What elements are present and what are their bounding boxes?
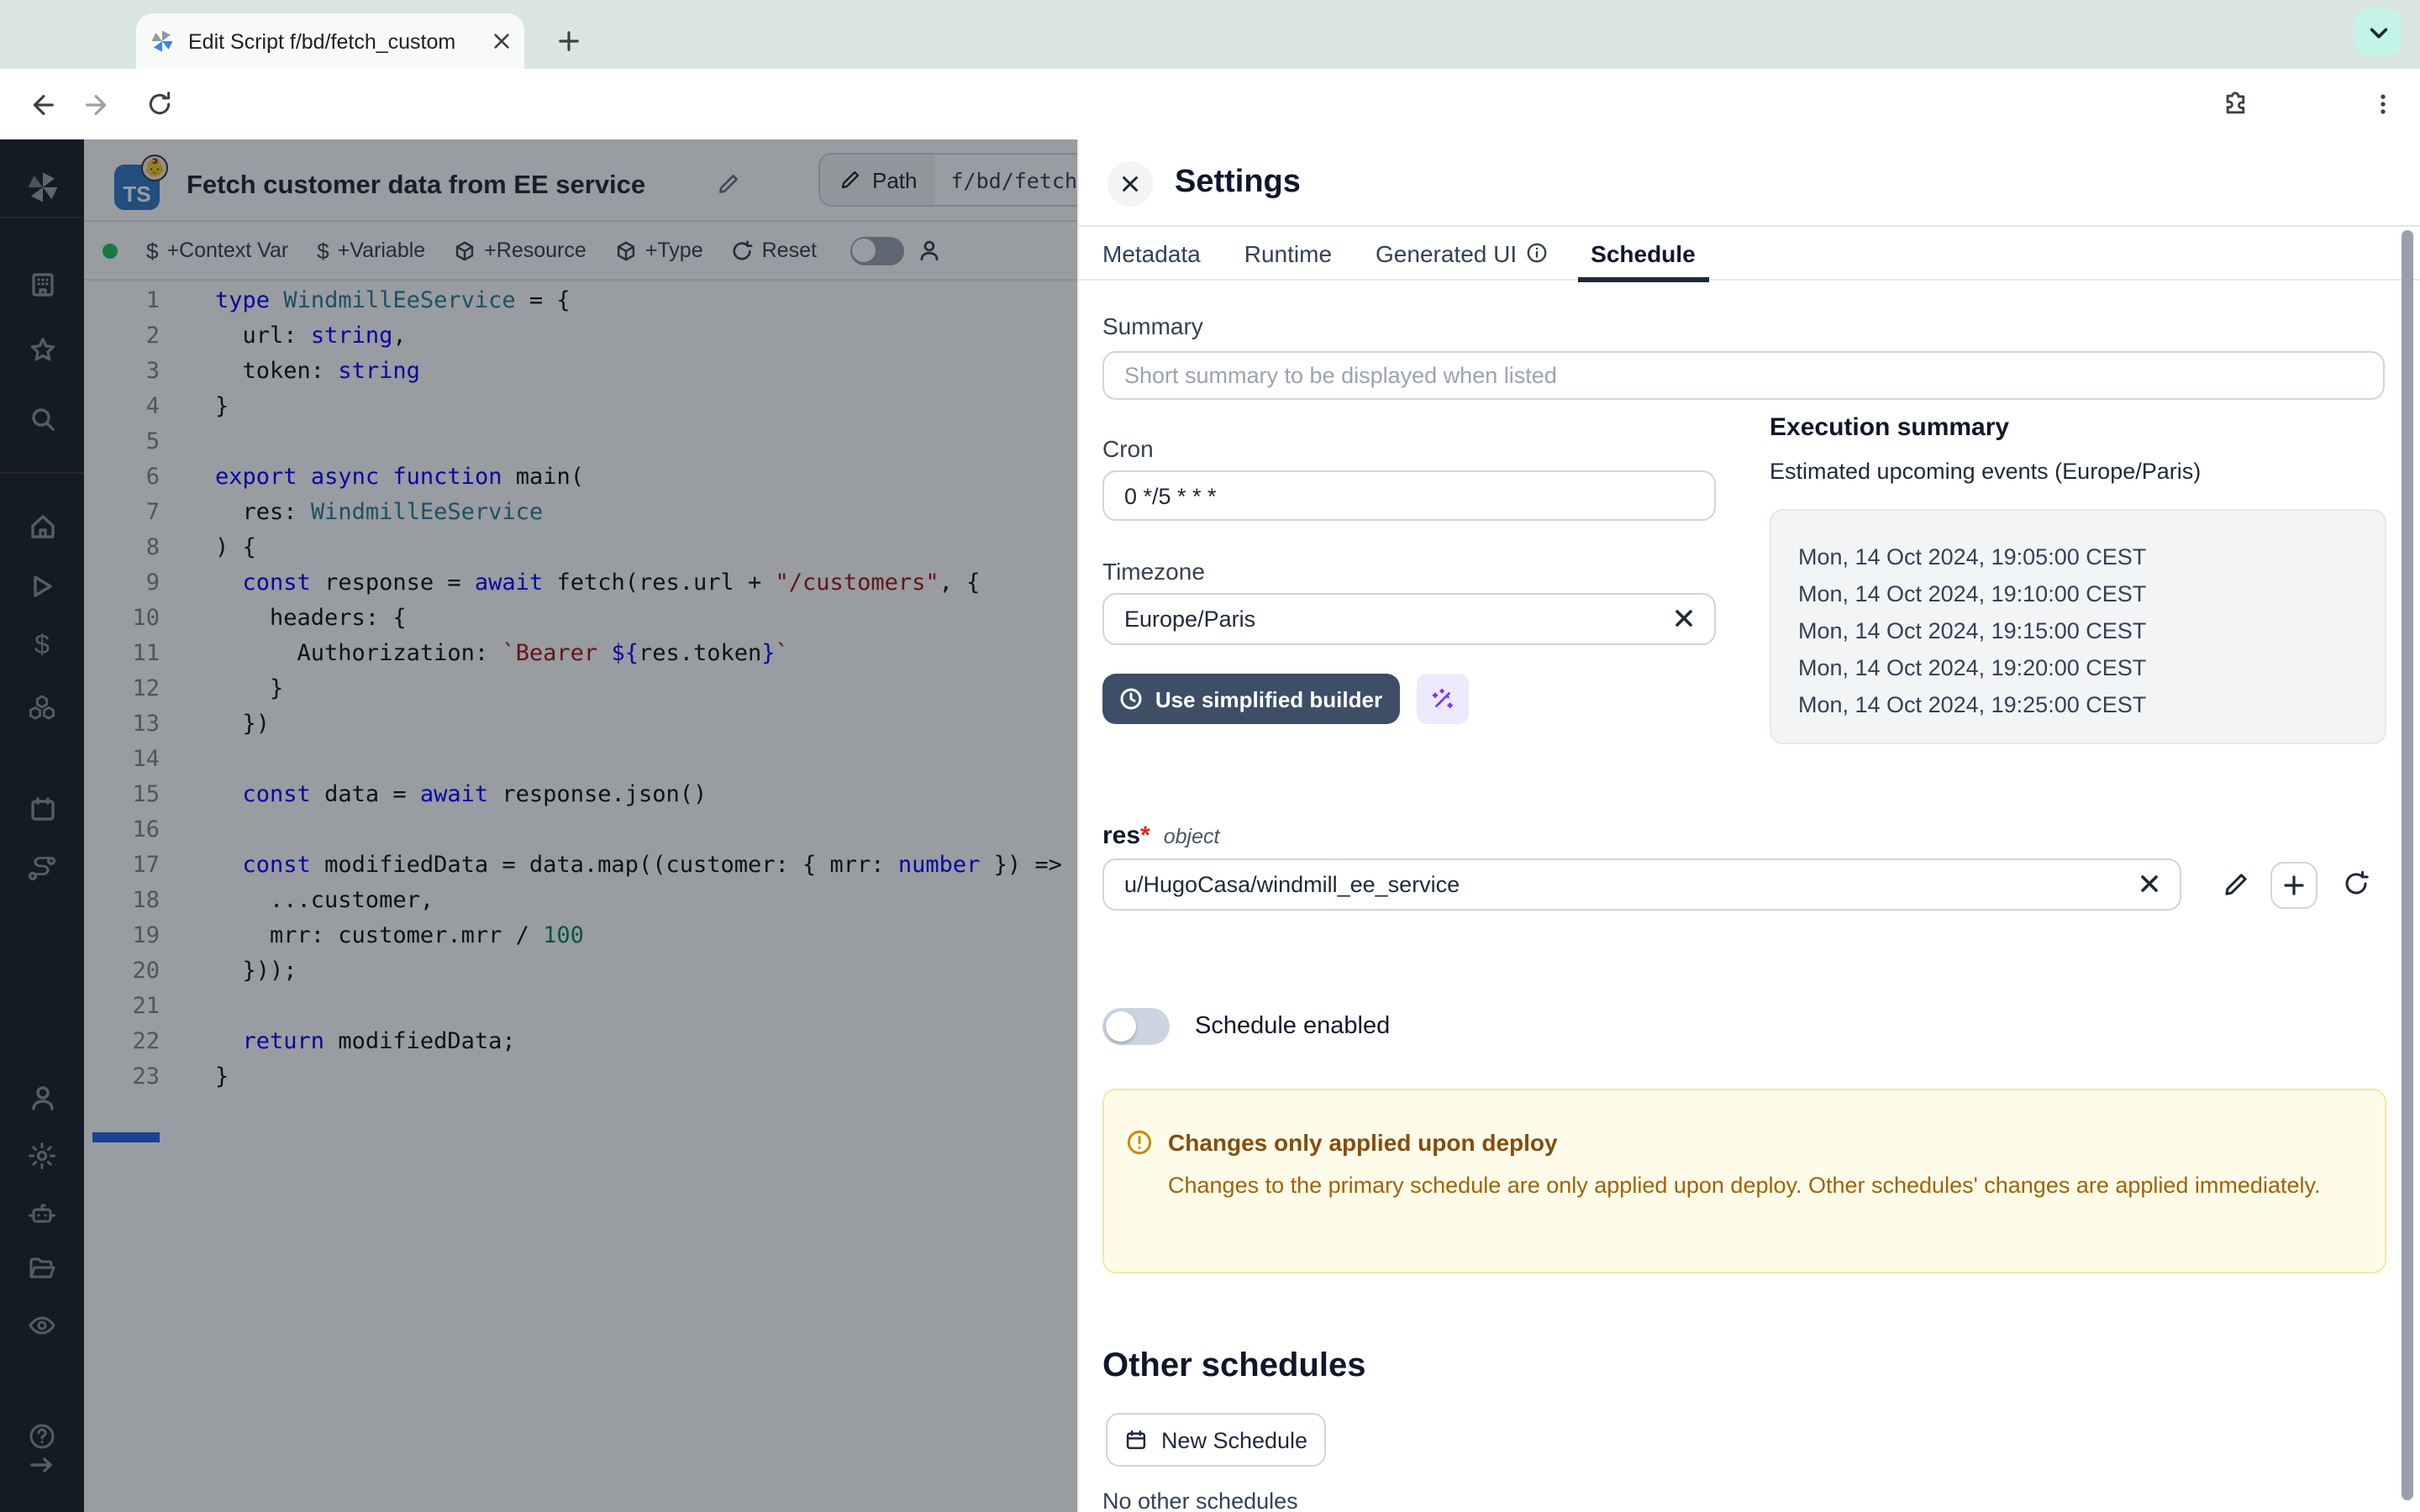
timezone-input[interactable] bbox=[1102, 593, 1716, 645]
upcoming-events-box: Mon, 14 Oct 2024, 19:05:00 CEST Mon, 14 … bbox=[1770, 509, 2386, 744]
event-item: Mon, 14 Oct 2024, 19:25:00 CEST bbox=[1798, 692, 2146, 717]
windmill-app: $ bbox=[0, 139, 2420, 1512]
res-argument-label: res*object bbox=[1102, 822, 1219, 850]
windmill-favicon bbox=[150, 29, 175, 54]
settings-drawer: Settings Metadata Runtime Generated UI S… bbox=[1077, 139, 2420, 1512]
event-item: Mon, 14 Oct 2024, 19:10:00 CEST bbox=[1798, 581, 2146, 606]
alert-circle-icon bbox=[1126, 1129, 1153, 1156]
new-schedule-button[interactable]: New Schedule bbox=[1106, 1413, 1326, 1467]
tab-generated-ui[interactable]: Generated UI bbox=[1362, 226, 1560, 280]
use-simplified-builder-button[interactable]: Use simplified builder bbox=[1102, 674, 1400, 724]
tab-runtime[interactable]: Runtime bbox=[1231, 226, 1345, 280]
tab-metadata[interactable]: Metadata bbox=[1089, 226, 1214, 280]
warning-body: Changes to the primary schedule are only… bbox=[1168, 1169, 2328, 1203]
clear-resource-icon[interactable] bbox=[2138, 872, 2161, 895]
drawer-scrollbar[interactable] bbox=[2402, 230, 2413, 1500]
drawer-header: Settings bbox=[1079, 139, 2420, 227]
tab-title: Edit Script f/bd/fetch_custom bbox=[188, 29, 492, 53]
new-tab-button[interactable] bbox=[550, 22, 587, 59]
calendar-icon bbox=[1124, 1428, 1148, 1452]
drawer-backdrop[interactable] bbox=[0, 139, 1077, 1512]
add-resource-plus-button[interactable] bbox=[2270, 862, 2317, 909]
schedule-enabled-label: Schedule enabled bbox=[1195, 1013, 1390, 1040]
summary-label: Summary bbox=[1102, 312, 1203, 339]
browser-tab[interactable]: Edit Script f/bd/fetch_custom bbox=[136, 13, 524, 69]
close-icon[interactable] bbox=[1107, 161, 1153, 207]
event-item: Mon, 14 Oct 2024, 19:15:00 CEST bbox=[1798, 618, 2146, 643]
edit-resource-pencil-icon[interactable] bbox=[2223, 872, 2249, 897]
ai-wand-button[interactable] bbox=[1417, 674, 1469, 724]
cron-input[interactable] bbox=[1102, 470, 1716, 521]
summary-input[interactable] bbox=[1102, 351, 2385, 400]
event-item: Mon, 14 Oct 2024, 19:20:00 CEST bbox=[1798, 655, 2146, 680]
execution-summary-subheading: Estimated upcoming events (Europe/Paris) bbox=[1770, 459, 2201, 484]
other-schedules-heading: Other schedules bbox=[1102, 1347, 1365, 1386]
browser-tab-strip: Edit Script f/bd/fetch_custom bbox=[0, 0, 2420, 69]
cron-label: Cron bbox=[1102, 435, 1154, 462]
deploy-warning-box: Changes only applied upon deploy Changes… bbox=[1102, 1089, 2386, 1273]
timezone-label: Timezone bbox=[1102, 558, 1205, 585]
browser-toolbar: app.windmill.dev/scripts/edit/f/bd/fetch… bbox=[0, 69, 2420, 139]
tab-search-chevron-button[interactable] bbox=[2354, 8, 2402, 55]
wand-icon bbox=[1430, 686, 1455, 711]
clock-icon bbox=[1120, 687, 1144, 711]
clear-timezone-icon[interactable] bbox=[1672, 606, 1696, 630]
no-other-schedules-text: No other schedules bbox=[1102, 1488, 1298, 1512]
event-item: Mon, 14 Oct 2024, 19:05:00 CEST bbox=[1798, 544, 2146, 570]
execution-summary-heading: Execution summary bbox=[1770, 413, 2009, 442]
forward-button[interactable] bbox=[79, 86, 116, 123]
schedule-enabled-toggle[interactable] bbox=[1102, 1008, 1170, 1045]
settings-tabs: Metadata Runtime Generated UI Schedule bbox=[1079, 227, 2420, 281]
browser-chrome: Edit Script f/bd/fetch_custom bbox=[0, 0, 2420, 139]
browser-menu-icon[interactable] bbox=[2365, 86, 2402, 123]
reload-button[interactable] bbox=[141, 86, 178, 123]
resource-input[interactable] bbox=[1102, 858, 2181, 911]
tab-schedule[interactable]: Schedule bbox=[1577, 226, 1709, 280]
refresh-resource-icon[interactable] bbox=[2343, 870, 2370, 897]
drawer-title: Settings bbox=[1175, 165, 1301, 202]
info-icon bbox=[1525, 242, 1547, 264]
back-button[interactable] bbox=[22, 86, 59, 123]
warning-title: Changes only applied upon deploy bbox=[1168, 1129, 1558, 1156]
tab-close-icon[interactable] bbox=[492, 32, 511, 50]
extensions-icon[interactable] bbox=[2217, 86, 2254, 123]
screen: Edit Script f/bd/fetch_custom bbox=[0, 0, 2420, 1512]
